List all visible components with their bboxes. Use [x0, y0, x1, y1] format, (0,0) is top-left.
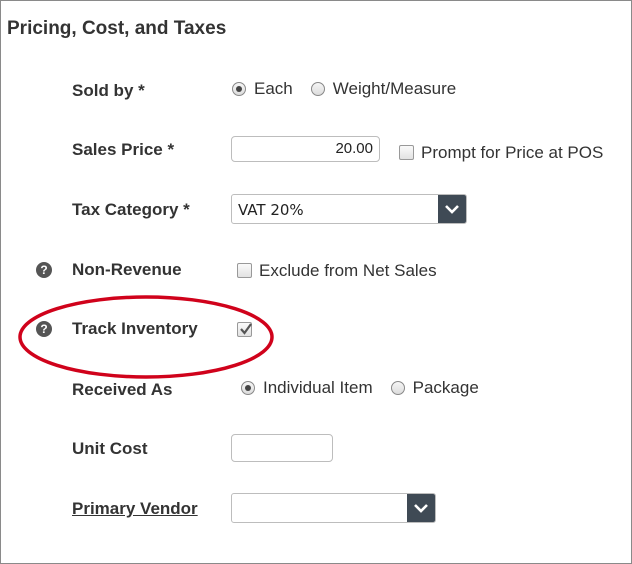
question-circle-icon[interactable]: ?	[36, 321, 52, 337]
received-package-radio[interactable]	[390, 381, 405, 395]
pricing-panel: Pricing, Cost, and Taxes Sold by * Each …	[0, 0, 632, 564]
sales-price-input[interactable]: 20.00	[231, 136, 380, 162]
received-as-label: Received As	[72, 380, 173, 399]
sold-by-each-label: Each	[254, 79, 293, 98]
sold-by-weight-label: Weight/Measure	[332, 79, 457, 98]
primary-vendor-link[interactable]: Primary Vendor	[72, 499, 198, 519]
sold-by-each-radio[interactable]	[232, 82, 246, 96]
exclude-net-sales-checkbox[interactable]	[237, 263, 252, 278]
checkmark-icon	[240, 323, 252, 335]
sales-price-label: Sales Price *	[72, 140, 175, 159]
tax-category-value: VAT 20%	[238, 201, 304, 219]
non-revenue-label: Non-Revenue	[72, 260, 182, 279]
sold-by-radio-group: Each Weight/Measure	[232, 79, 474, 99]
section-title: Pricing, Cost, and Taxes	[7, 18, 227, 39]
unit-cost-label: Unit Cost	[72, 439, 148, 458]
prompt-price-label: Prompt for Price at POS	[421, 143, 604, 162]
received-package-option[interactable]: Package	[390, 378, 479, 398]
received-individual-option[interactable]: Individual Item	[241, 378, 373, 398]
received-as-radio-group: Individual Item Package	[241, 378, 497, 398]
sold-by-each-option[interactable]: Each	[232, 79, 293, 99]
tax-category-select[interactable]: VAT 20%	[231, 194, 467, 224]
tax-category-label: Tax Category *	[72, 200, 190, 219]
question-circle-icon[interactable]: ?	[36, 262, 52, 278]
sold-by-weight-radio[interactable]	[310, 82, 325, 96]
unit-cost-input[interactable]	[231, 434, 333, 462]
exclude-net-sales-label: Exclude from Net Sales	[259, 261, 437, 280]
sold-by-weight-option[interactable]: Weight/Measure	[310, 79, 457, 99]
track-inventory-label: Track Inventory	[72, 319, 198, 338]
received-package-label: Package	[412, 378, 479, 397]
prompt-price-checkbox[interactable]	[399, 145, 414, 160]
received-individual-radio[interactable]	[241, 381, 255, 395]
received-individual-label: Individual Item	[263, 378, 373, 397]
sold-by-label: Sold by *	[72, 81, 145, 100]
primary-vendor-select[interactable]	[231, 493, 436, 523]
track-inventory-checkbox[interactable]	[237, 322, 252, 337]
chevron-down-icon[interactable]	[407, 494, 435, 522]
chevron-down-icon[interactable]	[438, 195, 466, 223]
